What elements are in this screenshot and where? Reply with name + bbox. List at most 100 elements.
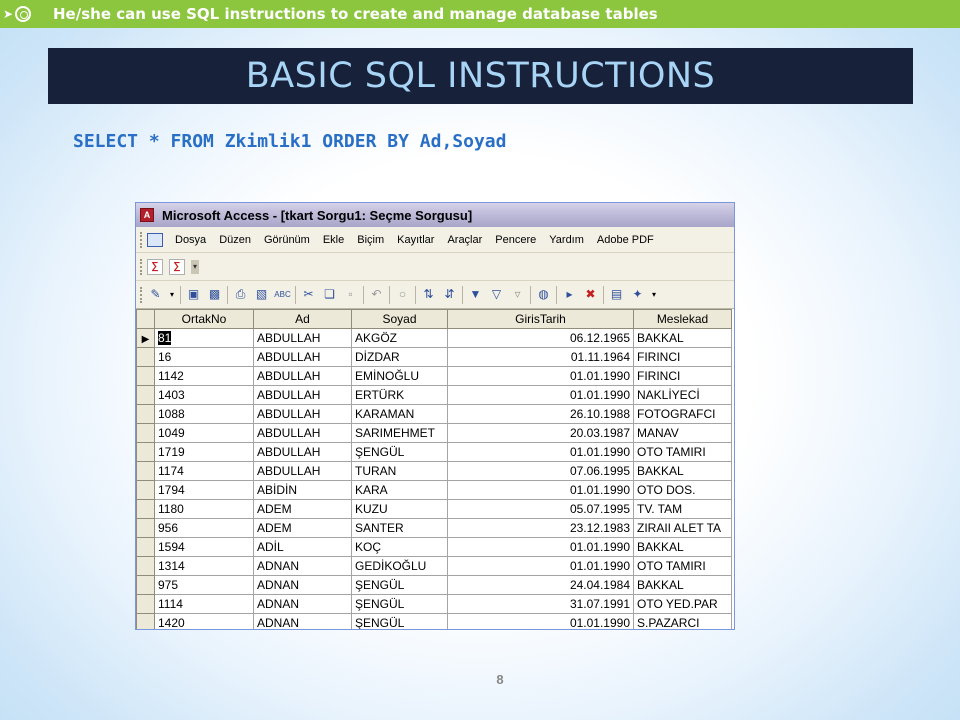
cell-ad[interactable]: ADNAN — [253, 594, 352, 614]
cell-meslekad[interactable]: S.PAZARCI — [633, 613, 732, 629]
cell-soyad[interactable]: AKGÖZ — [351, 328, 448, 348]
table-row[interactable]: 1594 ADİL KOÇ 01.01.1990 BAKKAL — [136, 537, 732, 557]
new-object-icon[interactable]: ✦ — [629, 286, 646, 303]
cell-giristarih[interactable]: 01.01.1990 — [447, 613, 634, 629]
spelling-icon[interactable]: ABC — [274, 286, 291, 303]
cell-giristarih[interactable]: 01.11.1964 — [447, 347, 634, 367]
cell-ortakno[interactable]: 1594 — [154, 537, 254, 557]
undo-icon[interactable]: ↶ — [368, 286, 385, 303]
sort-descending-icon[interactable]: ⇵ — [441, 286, 458, 303]
table-row[interactable]: 1314 ADNAN GEDİKOĞLU 01.01.1990 OTO TAMIRI — [136, 556, 732, 576]
cut-icon[interactable]: ✂ — [300, 286, 317, 303]
cell-soyad[interactable]: GEDİKOĞLU — [351, 556, 448, 576]
copy-icon[interactable]: ❏ — [321, 286, 338, 303]
cell-meslekad[interactable]: OTO YED.PAR — [633, 594, 732, 614]
record-selector[interactable]: ▶ — [136, 328, 155, 348]
cell-giristarih[interactable]: 01.01.1990 — [447, 385, 634, 405]
column-header-giristarih[interactable]: GirisTarih — [447, 309, 634, 329]
cell-meslekad[interactable]: ZIRAII ALET TA — [633, 518, 732, 538]
table-row[interactable]: 1049 ABDULLAH SARIMEHMET 20.03.1987 MANAV — [136, 423, 732, 443]
cell-ortakno[interactable]: 1180 — [154, 499, 254, 519]
column-header-ortakno[interactable]: OrtakNo — [154, 309, 254, 329]
menu-kayitlar[interactable]: Kayıtlar — [397, 234, 434, 246]
column-header-ad[interactable]: Ad — [253, 309, 352, 329]
cell-ad[interactable]: ADEM — [253, 518, 352, 538]
cell-soyad[interactable]: ŞENGÜL — [351, 442, 448, 462]
cell-ad[interactable]: ADNAN — [253, 575, 352, 595]
menu-yardim[interactable]: Yardım — [549, 234, 584, 246]
cell-soyad[interactable]: SANTER — [351, 518, 448, 538]
column-header-meslekad[interactable]: Meslekad — [633, 309, 732, 329]
view-dropdown-icon[interactable]: ▾ — [168, 286, 176, 303]
cell-giristarih[interactable]: 23.12.1983 — [447, 518, 634, 538]
cell-soyad[interactable]: ŞENGÜL — [351, 613, 448, 629]
menu-ekle[interactable]: Ekle — [323, 234, 344, 246]
search-file-icon[interactable]: ▩ — [206, 286, 223, 303]
cell-soyad[interactable]: KARA — [351, 480, 448, 500]
convert-to-pdf-icon[interactable]: ∑ — [147, 258, 163, 275]
menu-dosya[interactable]: Dosya — [175, 234, 206, 246]
cell-ortakno[interactable]: 1142 — [154, 366, 254, 386]
cell-meslekad[interactable]: NAKLİYECİ — [633, 385, 732, 405]
record-selector[interactable] — [136, 480, 155, 500]
record-selector[interactable] — [136, 461, 155, 481]
window-titlebar[interactable]: A Microsoft Access - [tkart Sorgu1: Seçm… — [136, 203, 734, 227]
select-all-corner[interactable] — [136, 309, 155, 329]
record-selector[interactable] — [136, 347, 155, 367]
toolbar-grip[interactable] — [140, 286, 143, 303]
cell-meslekad[interactable]: FOTOGRAFCI — [633, 404, 732, 424]
cell-ortakno[interactable]: 1174 — [154, 461, 254, 481]
delete-record-icon[interactable]: ✖ — [582, 286, 599, 303]
view-icon[interactable]: ✎ — [147, 286, 164, 303]
record-selector[interactable] — [136, 537, 155, 557]
print-preview-icon[interactable]: ▧ — [253, 286, 270, 303]
table-row[interactable]: 1719 ABDULLAH ŞENGÜL 01.01.1990 OTO TAMIRI — [136, 442, 732, 462]
cell-ortakno[interactable]: 1719 — [154, 442, 254, 462]
cell-meslekad[interactable]: OTO TAMIRI — [633, 442, 732, 462]
cell-meslekad[interactable]: OTO TAMIRI — [633, 556, 732, 576]
insert-hyperlink-icon[interactable]: ○ — [394, 286, 411, 303]
record-selector[interactable] — [136, 613, 155, 629]
table-row[interactable]: 1403 ABDULLAH ERTÜRK 01.01.1990 NAKLİYECİ — [136, 385, 732, 405]
paste-icon[interactable]: ▫ — [342, 286, 359, 303]
cell-soyad[interactable]: ŞENGÜL — [351, 575, 448, 595]
toolbar-options-chevron-icon[interactable]: ▾ — [191, 259, 199, 274]
cell-soyad[interactable]: DİZDAR — [351, 347, 448, 367]
menu-pencere[interactable]: Pencere — [495, 234, 536, 246]
apply-filter-icon[interactable]: ▿ — [509, 286, 526, 303]
cell-ortakno[interactable]: 1314 — [154, 556, 254, 576]
print-icon[interactable]: ⎙ — [232, 286, 249, 303]
cell-giristarih[interactable]: 01.01.1990 — [447, 537, 634, 557]
new-record-icon[interactable]: ▸ — [561, 286, 578, 303]
cell-ad[interactable]: ABDULLAH — [253, 366, 352, 386]
cell-ad[interactable]: ADEM — [253, 499, 352, 519]
table-row[interactable]: 1420 ADNAN ŞENGÜL 01.01.1990 S.PAZARCI — [136, 613, 732, 629]
cell-meslekad[interactable]: OTO DOS. — [633, 480, 732, 500]
cell-giristarih[interactable]: 01.01.1990 — [447, 556, 634, 576]
cell-meslekad[interactable]: FIRINCI — [633, 347, 732, 367]
cell-ad[interactable]: ABDULLAH — [253, 461, 352, 481]
database-window-icon[interactable]: ▤ — [608, 286, 625, 303]
table-row[interactable]: 1794 ABİDİN KARA 01.01.1990 OTO DOS. — [136, 480, 732, 500]
convert-and-email-pdf-icon[interactable]: ∑ — [169, 258, 185, 275]
find-icon[interactable]: ◍ — [535, 286, 552, 303]
record-selector[interactable] — [136, 404, 155, 424]
cell-ad[interactable]: ABİDİN — [253, 480, 352, 500]
cell-ad[interactable]: ADİL — [253, 537, 352, 557]
table-row[interactable]: ▶ 81 ABDULLAH AKGÖZ 06.12.1965 BAKKAL — [136, 328, 732, 348]
cell-ortakno[interactable]: 975 — [154, 575, 254, 595]
table-row[interactable]: 975 ADNAN ŞENGÜL 24.04.1984 BAKKAL — [136, 575, 732, 595]
cell-soyad[interactable]: EMİNOĞLU — [351, 366, 448, 386]
cell-soyad[interactable]: KOÇ — [351, 537, 448, 557]
menu-gorunum[interactable]: Görünüm — [264, 234, 310, 246]
cell-soyad[interactable]: ŞENGÜL — [351, 594, 448, 614]
cell-giristarih[interactable]: 01.01.1990 — [447, 480, 634, 500]
cell-ad[interactable]: ABDULLAH — [253, 404, 352, 424]
record-selector[interactable] — [136, 385, 155, 405]
toolbar-grip[interactable] — [140, 258, 143, 275]
table-row[interactable]: 1180 ADEM KUZU 05.07.1995 TV. TAM — [136, 499, 732, 519]
cell-soyad[interactable]: SARIMEHMET — [351, 423, 448, 443]
filter-by-form-icon[interactable]: ▽ — [488, 286, 505, 303]
cell-meslekad[interactable]: FIRINCI — [633, 366, 732, 386]
table-row[interactable]: 16 ABDULLAH DİZDAR 01.11.1964 FIRINCI — [136, 347, 732, 367]
